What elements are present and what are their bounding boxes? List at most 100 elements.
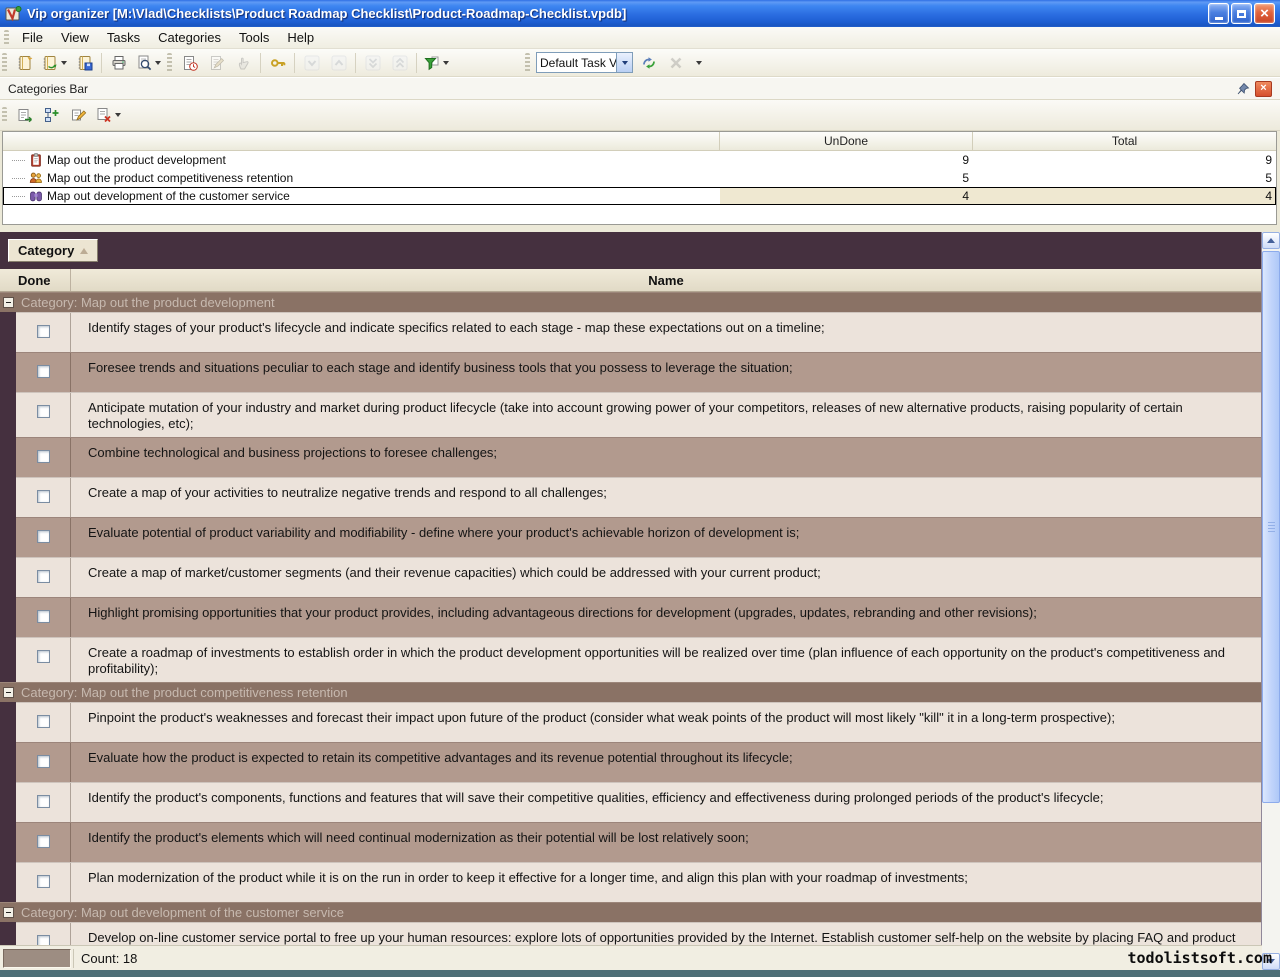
task-row[interactable]: Evaluate how the product is expected to … xyxy=(16,742,1261,782)
close-button[interactable]: × xyxy=(1254,3,1275,24)
task-view-combobox[interactable]: Default Task V xyxy=(536,52,633,73)
task-row[interactable]: Identify stages of your product's lifecy… xyxy=(16,312,1261,352)
category-row[interactable]: Map out the product competitiveness rete… xyxy=(3,169,1276,187)
task-checkbox[interactable] xyxy=(37,835,50,848)
group-header-row[interactable]: Category: Map out the product competitiv… xyxy=(0,682,1261,702)
task-row[interactable]: Highlight promising opportunities that y… xyxy=(16,597,1261,637)
scroll-up-button[interactable] xyxy=(1262,232,1280,249)
task-checkbox[interactable] xyxy=(37,570,50,583)
task-view-button[interactable] xyxy=(421,51,452,75)
column-header-total[interactable]: Total xyxy=(973,132,1276,150)
task-view-combobox-value: Default Task V xyxy=(537,56,616,70)
task-checkbox[interactable] xyxy=(37,755,50,768)
task-done-cell xyxy=(16,518,71,557)
group-header-label: Category: Map out the product developmen… xyxy=(21,295,275,310)
task-grid: Category Done Name Category: Map out the… xyxy=(0,232,1262,945)
dropdown-caret-icon xyxy=(155,61,161,65)
tree-connector xyxy=(12,160,25,161)
task-checkbox[interactable] xyxy=(37,610,50,623)
menu-view[interactable]: View xyxy=(52,27,98,48)
print-button[interactable] xyxy=(106,51,131,75)
dropdown-caret-icon xyxy=(696,61,702,65)
category-row[interactable]: Map out development of the customer serv… xyxy=(3,187,1276,205)
category-row[interactable]: Map out the product development99 xyxy=(3,151,1276,169)
menu-help[interactable]: Help xyxy=(278,27,323,48)
print-preview-button[interactable] xyxy=(133,51,164,75)
menu-tasks[interactable]: Tasks xyxy=(98,27,149,48)
new-notebook-button[interactable] xyxy=(12,51,37,75)
minimize-button[interactable] xyxy=(1208,3,1229,24)
task-done-cell xyxy=(16,703,71,742)
new-task-button[interactable] xyxy=(177,51,202,75)
collapse-icon[interactable] xyxy=(3,907,14,918)
task-row[interactable]: Create a map of your activities to neutr… xyxy=(16,477,1261,517)
delete-category-button[interactable] xyxy=(93,103,124,127)
task-row[interactable]: Pinpoint the product's weaknesses and fo… xyxy=(16,702,1261,742)
column-header-name[interactable]: Name xyxy=(71,269,1261,291)
task-checkbox[interactable] xyxy=(37,935,50,945)
group-header-row[interactable]: Category: Map out development of the cus… xyxy=(0,902,1261,922)
task-checkbox[interactable] xyxy=(37,365,50,378)
column-header-undone[interactable]: UnDone xyxy=(720,132,973,150)
group-by-category-button[interactable]: Category xyxy=(8,239,98,262)
task-row[interactable]: Foresee trends and situations peculiar t… xyxy=(16,352,1261,392)
task-checkbox[interactable] xyxy=(37,490,50,503)
task-checkbox[interactable] xyxy=(37,530,50,543)
restore-button[interactable] xyxy=(1231,3,1252,24)
collapse-icon[interactable] xyxy=(3,297,14,308)
new-category-button[interactable] xyxy=(12,103,37,127)
move-down-button[interactable] xyxy=(299,51,324,75)
new-subcategory-button[interactable] xyxy=(39,103,64,127)
task-row[interactable]: Create a map of market/customer segments… xyxy=(16,557,1261,597)
task-checkbox[interactable] xyxy=(37,715,50,728)
task-row[interactable]: Anticipate mutation of your industry and… xyxy=(16,392,1261,437)
menu-file[interactable]: File xyxy=(13,27,52,48)
combobox-dropdown-icon[interactable] xyxy=(616,53,632,72)
edit-task-button[interactable] xyxy=(204,51,229,75)
task-done-cell xyxy=(16,353,71,392)
task-row[interactable]: Identify the product's elements which wi… xyxy=(16,822,1261,862)
task-row[interactable]: Plan modernization of the product while … xyxy=(16,862,1261,902)
menu-grip xyxy=(4,30,9,46)
delete-view-button[interactable] xyxy=(663,51,688,75)
task-checkbox[interactable] xyxy=(37,875,50,888)
task-row[interactable]: Develop on-line customer service portal … xyxy=(16,922,1261,945)
scrollbar-thumb[interactable] xyxy=(1262,251,1280,803)
menu-tools[interactable]: Tools xyxy=(230,27,278,48)
apply-view-button[interactable] xyxy=(636,51,661,75)
task-row[interactable]: Combine technological and business proje… xyxy=(16,437,1261,477)
task-checkbox[interactable] xyxy=(37,795,50,808)
title-bar: Vip organizer [M:\Vlad\Checklists\Produc… xyxy=(0,0,1280,27)
task-name: Highlight promising opportunities that y… xyxy=(71,598,1261,637)
task-checkbox[interactable] xyxy=(37,325,50,338)
scroll-up-icon xyxy=(1267,238,1275,243)
column-header-done[interactable]: Done xyxy=(0,269,71,291)
save-notebook-button[interactable] xyxy=(72,51,97,75)
vertical-scrollbar[interactable] xyxy=(1262,232,1280,970)
column-header-category[interactable] xyxy=(3,132,720,150)
move-to-bottom-button[interactable] xyxy=(360,51,385,75)
move-to-top-button[interactable] xyxy=(387,51,412,75)
task-row[interactable]: Create a roadmap of investments to estab… xyxy=(16,637,1261,682)
category-undone-count: 4 xyxy=(720,187,973,205)
toolbar-separator xyxy=(101,53,102,73)
task-row[interactable]: Identify the product's components, funct… xyxy=(16,782,1261,822)
open-notebook-button[interactable] xyxy=(39,51,70,75)
group-by-band: Category xyxy=(0,232,1261,269)
categories-bar-close-icon[interactable]: × xyxy=(1255,81,1272,97)
group-header-row[interactable]: Category: Map out the product developmen… xyxy=(0,292,1261,312)
task-row[interactable]: Evaluate potential of product variabilit… xyxy=(16,517,1261,557)
task-checkbox[interactable] xyxy=(37,650,50,663)
key-button[interactable] xyxy=(265,51,290,75)
task-name: Identify stages of your product's lifecy… xyxy=(71,313,1261,352)
move-down-icon xyxy=(304,55,320,71)
complete-task-button[interactable] xyxy=(231,51,256,75)
task-checkbox[interactable] xyxy=(37,405,50,418)
pin-icon[interactable] xyxy=(1236,82,1250,96)
collapse-icon[interactable] xyxy=(3,687,14,698)
move-up-button[interactable] xyxy=(326,51,351,75)
edit-category-button[interactable] xyxy=(66,103,91,127)
menu-categories[interactable]: Categories xyxy=(149,27,230,48)
toolbar-overflow-button[interactable] xyxy=(690,51,705,75)
task-checkbox[interactable] xyxy=(37,450,50,463)
